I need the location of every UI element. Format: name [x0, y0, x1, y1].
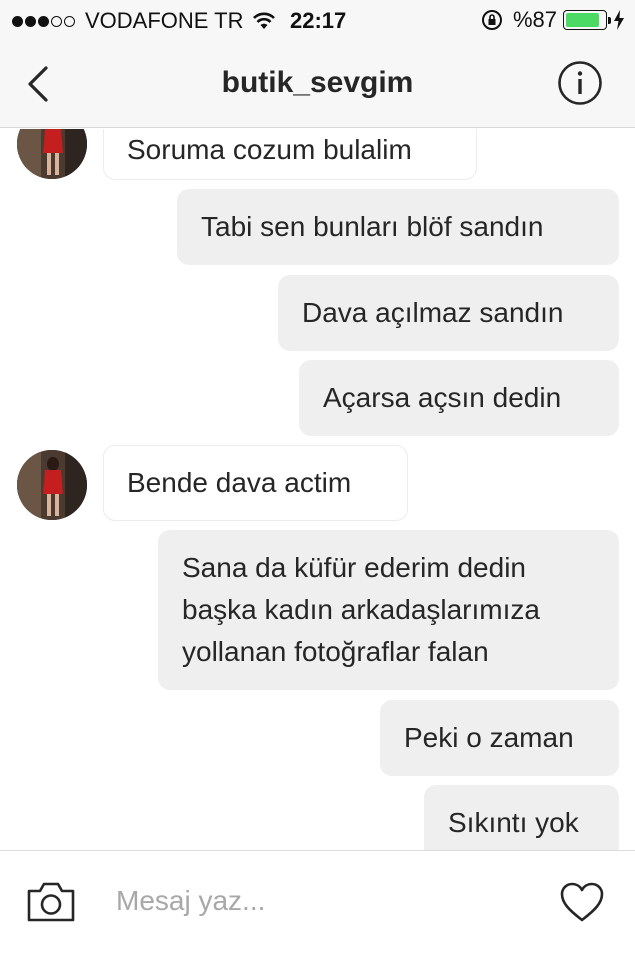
- info-button[interactable]: [557, 60, 603, 106]
- message-thread[interactable]: Soruma cozum bulalim Tabi sen bunları bl…: [0, 129, 635, 850]
- message-text: Açarsa açsın dedin: [323, 382, 562, 413]
- battery-icon: [563, 10, 611, 30]
- profile-photo: [17, 450, 87, 520]
- message-text: Bende dava actim: [127, 467, 352, 498]
- avatar[interactable]: [17, 129, 87, 179]
- incoming-message[interactable]: Soruma cozum bulalim: [103, 129, 477, 180]
- message-composer: [0, 850, 635, 953]
- message-text-line: başka kadın arkadaşlarımıza: [182, 594, 540, 625]
- wifi-icon: [252, 12, 275, 29]
- camera-button[interactable]: [26, 881, 76, 923]
- outgoing-message[interactable]: Sana da küfür ederim dedin başka kadın a…: [158, 530, 619, 690]
- profile-photo: [17, 129, 87, 179]
- status-time: 22:17: [290, 8, 347, 33]
- camera-icon: [27, 882, 75, 922]
- status-left: VODAFONE TR: [12, 8, 276, 34]
- signal-strength-icon: [12, 15, 77, 27]
- outgoing-message[interactable]: Sıkıntı yok: [424, 785, 619, 850]
- message-text: Tabi sen bunları blöf sandın: [201, 211, 544, 242]
- outgoing-message[interactable]: Açarsa açsın dedin: [299, 360, 619, 436]
- carrier-name: VODAFONE TR: [85, 8, 244, 33]
- message-text: Dava açılmaz sandın: [302, 297, 564, 328]
- status-bar: VODAFONE TR 22:17 %87: [0, 0, 635, 40]
- message-text: Soruma cozum bulalim: [127, 134, 412, 165]
- like-button[interactable]: [559, 881, 605, 923]
- rotation-lock-icon: [481, 10, 502, 30]
- conversation-title[interactable]: butik_sevgim: [0, 66, 635, 100]
- conversation-header: butik_sevgim: [0, 40, 635, 128]
- battery-percentage: %87: [512, 7, 557, 32]
- message-input[interactable]: [116, 879, 536, 923]
- message-text: Sıkıntı yok: [448, 807, 579, 838]
- incoming-message[interactable]: Bende dava actim: [103, 445, 408, 521]
- message-text: Peki o zaman: [404, 722, 574, 753]
- info-icon: [558, 61, 602, 105]
- outgoing-message[interactable]: Peki o zaman: [380, 700, 619, 776]
- message-text-line: Sana da küfür ederim dedin: [182, 552, 526, 583]
- outgoing-message[interactable]: Dava açılmaz sandın: [278, 275, 619, 351]
- outgoing-message[interactable]: Tabi sen bunları blöf sandın: [177, 189, 619, 265]
- message-text-line: yollanan fotoğraflar falan: [182, 636, 489, 667]
- avatar[interactable]: [17, 450, 87, 520]
- battery-fill: [566, 13, 600, 27]
- status-right: %87: [481, 7, 625, 33]
- charging-icon: [614, 10, 624, 30]
- heart-icon: [560, 882, 604, 922]
